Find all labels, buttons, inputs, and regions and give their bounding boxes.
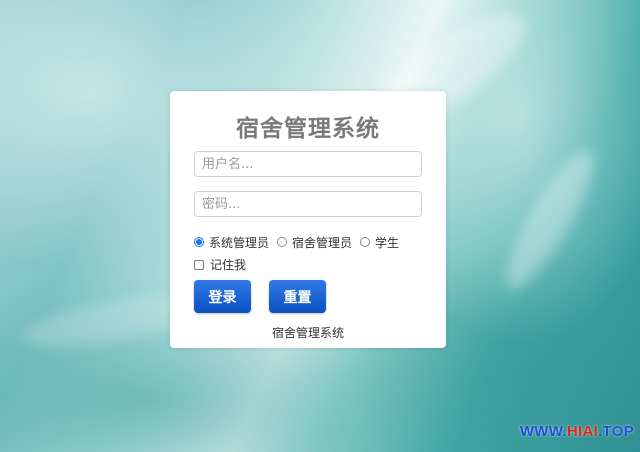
login-title: 宿舍管理系统 (236, 116, 380, 142)
login-button[interactable]: 登录 (194, 280, 251, 313)
username-input[interactable] (194, 151, 422, 177)
role-option-system-admin[interactable]: 系统管理员 (194, 234, 269, 251)
watermark-highlight: HIAI (566, 423, 599, 440)
radio-unchecked-icon[interactable] (360, 237, 371, 247)
site-watermark: WWW.HIAI.TOP (520, 423, 634, 440)
role-option-dorm-admin[interactable]: 宿舍管理员 (277, 234, 352, 251)
watermark-prefix: WWW. (519, 423, 567, 440)
reset-button[interactable]: 重置 (269, 280, 326, 313)
remember-me-option[interactable]: 记住我 (194, 256, 246, 273)
password-input[interactable] (194, 191, 422, 217)
role-label: 系统管理员 (209, 235, 270, 250)
role-radio-group: 系统管理员 宿舍管理员 学生 (194, 233, 407, 251)
role-option-student[interactable]: 学生 (360, 234, 399, 251)
footer-text: 宿舍管理系统 (271, 326, 344, 340)
watermark-suffix: .TOP (598, 423, 634, 440)
login-panel: 宿舍管理系统 系统管理员 宿舍管理员 学生 记住我 登录 重置 宿舍管理系统 (170, 91, 446, 348)
remember-me-label: 记住我 (210, 258, 247, 272)
radio-unchecked-icon[interactable] (277, 237, 288, 247)
role-label: 宿舍管理员 (292, 235, 353, 250)
radio-checked-icon[interactable] (194, 237, 204, 247)
remember-me-checkbox[interactable] (194, 259, 204, 270)
role-label: 学生 (375, 235, 400, 250)
